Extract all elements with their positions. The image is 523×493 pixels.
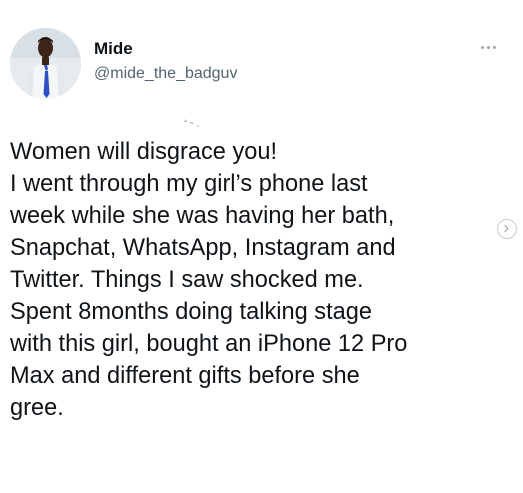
more-options-icon[interactable] — [477, 42, 500, 53]
tweet-text-line: gree. — [10, 395, 64, 421]
next-button[interactable] — [497, 219, 517, 239]
tweet-text-line: Twitter. Things I saw shocked me. — [10, 267, 364, 293]
tweet-text-line: Women will disgrace you! — [10, 139, 278, 165]
tweet-text-line: I went through my girl’s phone last — [10, 171, 368, 197]
more-dot — [487, 46, 490, 49]
profile-photo — [10, 28, 81, 99]
author-handle[interactable]: @mide_the_badguv — [94, 64, 237, 84]
tweet-text-line: with this girl, bought an iPhone 12 Pro — [10, 331, 408, 357]
tweet-text-line: week while she was having her bath, — [10, 203, 395, 229]
chevron-right-icon — [504, 224, 509, 233]
tweet-text-line: Max and different gifts before she — [10, 363, 360, 389]
more-dot — [481, 46, 484, 49]
compression-artifact — [184, 119, 199, 127]
author-display-name[interactable]: Mide — [94, 38, 133, 60]
tweet-text-line: Snapchat, WhatsApp, Instagram and — [10, 235, 396, 261]
tweet-card: Mide @mide_the_badguv Women will disgrac… — [0, 0, 523, 493]
tweet-text-line: Spent 8months doing talking stage — [10, 299, 373, 325]
tweet-text: Women will disgrace you! I went through … — [10, 136, 510, 424]
avatar[interactable] — [10, 28, 81, 99]
more-dot — [493, 46, 496, 49]
